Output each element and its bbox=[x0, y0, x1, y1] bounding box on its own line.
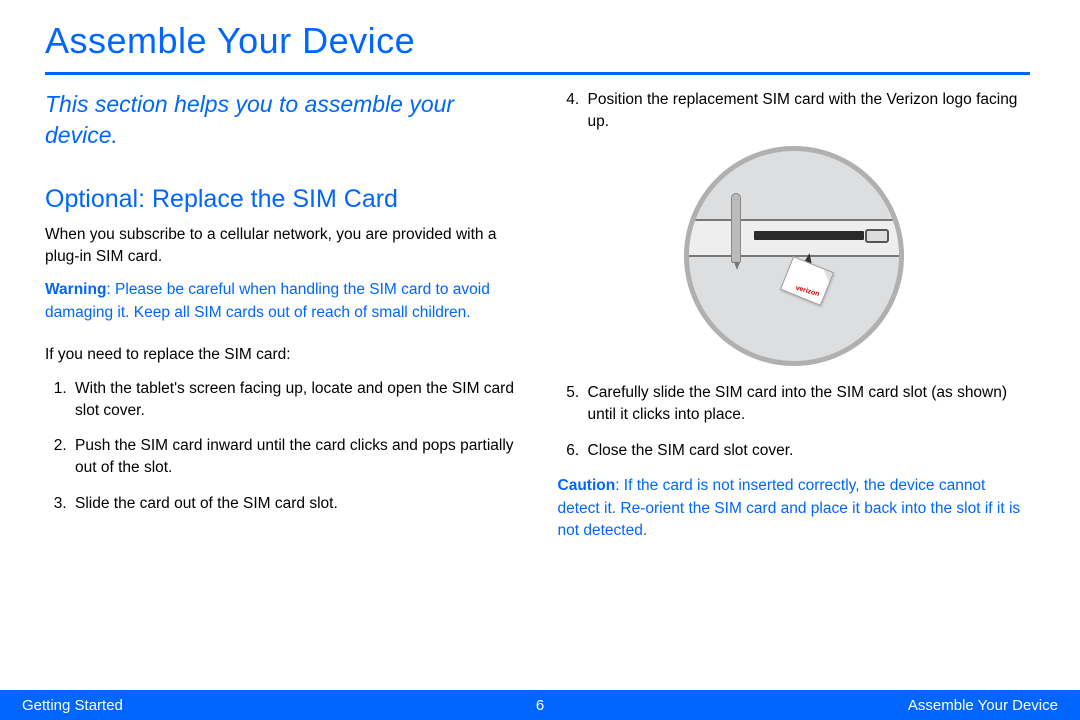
step-item: Slide the card out of the SIM card slot. bbox=[71, 493, 518, 515]
port-graphic bbox=[865, 229, 889, 243]
sim-slot-graphic bbox=[754, 231, 864, 240]
intro-text: This section helps you to assemble your … bbox=[45, 89, 518, 151]
steps-list-right-b: Carefully slide the SIM card into the SI… bbox=[558, 382, 1031, 461]
step-item: Position the replacement SIM card with t… bbox=[584, 89, 1031, 132]
caution-note: Caution: If the card is not inserted cor… bbox=[558, 475, 1031, 542]
stylus-graphic bbox=[731, 193, 741, 263]
footer-left: Getting Started bbox=[22, 697, 123, 714]
manual-page: Assemble Your Device This section helps … bbox=[0, 0, 1080, 720]
verizon-logo-text: verizon bbox=[795, 285, 820, 298]
page-footer: Getting Started 6 Assemble Your Device bbox=[0, 690, 1080, 720]
illustration-container: verizon bbox=[558, 146, 1031, 366]
steps-list-left: With the tablet's screen facing up, loca… bbox=[45, 378, 518, 514]
sim-card-graphic: verizon bbox=[780, 256, 834, 306]
lead-paragraph: When you subscribe to a cellular network… bbox=[45, 224, 518, 267]
replace-intro: If you need to replace the SIM card: bbox=[45, 344, 518, 366]
warning-text: : Please be careful when handling the SI… bbox=[45, 281, 490, 320]
caution-label: Caution bbox=[558, 477, 616, 494]
caution-text: : If the card is not inserted correctly,… bbox=[558, 477, 1021, 539]
sim-insert-illustration: verizon bbox=[684, 146, 904, 366]
step-item: Carefully slide the SIM card into the SI… bbox=[584, 382, 1031, 425]
section-heading: Optional: Replace the SIM Card bbox=[45, 185, 518, 214]
step-item: With the tablet's screen facing up, loca… bbox=[71, 378, 518, 421]
title-rule bbox=[45, 72, 1030, 75]
footer-right: Assemble Your Device bbox=[908, 697, 1058, 714]
footer-page-number: 6 bbox=[536, 697, 544, 714]
page-title: Assemble Your Device bbox=[45, 20, 1030, 62]
step-item: Push the SIM card inward until the card … bbox=[71, 435, 518, 478]
step-item: Close the SIM card slot cover. bbox=[584, 440, 1031, 462]
left-column: This section helps you to assemble your … bbox=[45, 89, 518, 563]
steps-list-right-a: Position the replacement SIM card with t… bbox=[558, 89, 1031, 132]
right-column: Position the replacement SIM card with t… bbox=[558, 89, 1031, 563]
warning-note: Warning: Please be careful when handling… bbox=[45, 279, 518, 324]
content-columns: This section helps you to assemble your … bbox=[45, 89, 1030, 563]
warning-label: Warning bbox=[45, 281, 106, 298]
